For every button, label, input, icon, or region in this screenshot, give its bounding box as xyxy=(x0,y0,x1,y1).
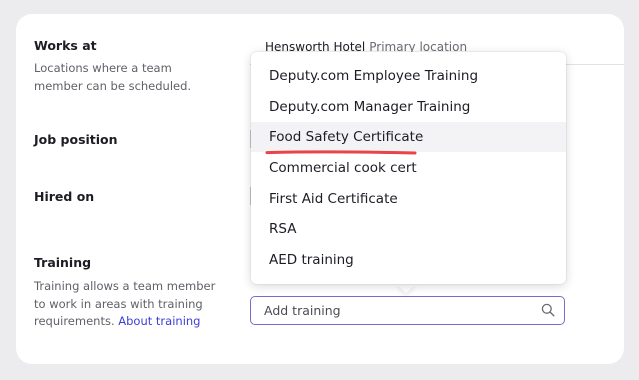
dropdown-option[interactable]: Commercial cook cert xyxy=(251,153,566,183)
dropdown-option[interactable]: Deputy.com Manager Training xyxy=(251,92,566,122)
training-description: Training allows a team member to work in… xyxy=(34,278,219,331)
dropdown-option[interactable]: AED training xyxy=(251,245,566,275)
hired-on-title: Hired on xyxy=(34,189,95,204)
dropdown-option[interactable]: First Aid Certificate xyxy=(251,184,566,214)
training-title: Training xyxy=(34,255,92,270)
training-options-dropdown: Deputy.com Employee Training Deputy.com … xyxy=(251,52,566,284)
annotation-underline xyxy=(265,150,417,155)
dropdown-option[interactable]: RSA xyxy=(251,214,566,244)
search-icon[interactable] xyxy=(541,303,555,317)
works-at-title: Works at xyxy=(34,38,97,53)
job-position-title: Job position xyxy=(34,132,118,147)
about-training-link[interactable]: About training xyxy=(118,314,200,328)
add-training-input[interactable] xyxy=(250,296,565,325)
dropdown-option[interactable]: Deputy.com Employee Training xyxy=(251,61,566,91)
works-at-description: Locations where a team member can be sch… xyxy=(34,61,192,93)
dropdown-option[interactable]: Food Safety Certificate xyxy=(251,122,566,152)
